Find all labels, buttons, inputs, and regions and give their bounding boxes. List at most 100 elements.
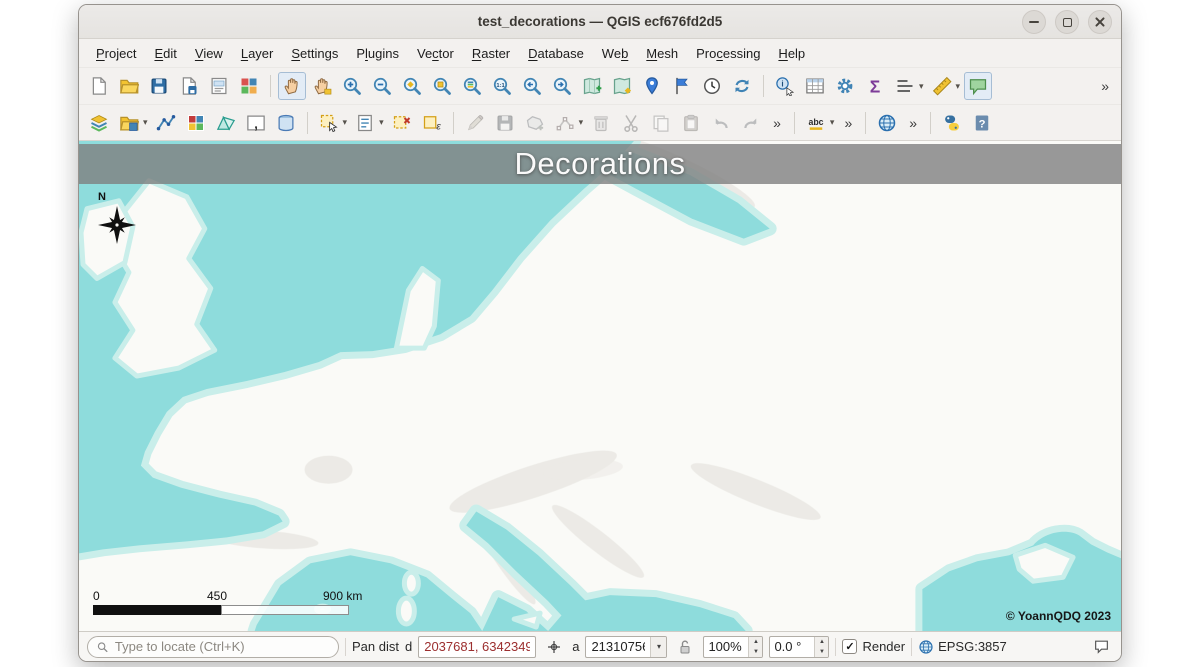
open-project-button[interactable] [115, 72, 143, 100]
pan-to-selection-button[interactable] [308, 72, 336, 100]
menu-raster[interactable]: Raster [463, 42, 519, 65]
zoom-last-button[interactable] [518, 72, 546, 100]
add-database-layer-button[interactable] [272, 109, 300, 137]
labels-button[interactable] [802, 109, 830, 137]
coordinate-input[interactable] [418, 636, 536, 658]
spin-up-icon[interactable]: ▲ [749, 637, 762, 647]
zoom-to-layer-button[interactable] [458, 72, 486, 100]
menu-project[interactable]: Project [87, 42, 145, 65]
toolbar-overflow[interactable]: » [1094, 78, 1116, 94]
save-edits-button[interactable] [491, 109, 519, 137]
zoom-out-button[interactable] [368, 72, 396, 100]
attribute-table-button[interactable] [801, 72, 829, 100]
new-spatial-bookmark-button[interactable] [638, 72, 666, 100]
titlebar[interactable]: test_decorations — QGIS ecf676fd2d5 [79, 5, 1121, 39]
render-checkbox[interactable]: ✓ [842, 639, 857, 654]
scale-input[interactable] [586, 639, 650, 654]
select-by-value-button[interactable] [351, 109, 379, 137]
list-menu-button[interactable] [891, 72, 919, 100]
save-project-as-button[interactable] [175, 72, 203, 100]
render-toggle[interactable]: ✓ Render [842, 639, 905, 654]
coordinate-capture-button[interactable] [542, 635, 566, 659]
zoom-native-button[interactable] [488, 72, 516, 100]
add-feature-button[interactable] [521, 109, 549, 137]
paste-features-button[interactable] [677, 109, 705, 137]
new-print-layout-button[interactable] [205, 72, 233, 100]
help-button[interactable] [968, 109, 996, 137]
style-manager-button[interactable] [235, 72, 263, 100]
add-raster-layer-button[interactable] [182, 109, 210, 137]
chevron-down-icon[interactable]: ▾ [919, 81, 924, 92]
new-project-button[interactable] [85, 72, 113, 100]
menu-vector[interactable]: Vector [408, 42, 463, 65]
data-source-manager-button[interactable] [85, 109, 113, 137]
magnifier-spinbox[interactable]: ▲▼ [703, 636, 763, 658]
identify-features-button[interactable] [771, 72, 799, 100]
rotation-spinbox[interactable]: ▲▼ [769, 636, 829, 658]
magnifier-input[interactable] [704, 639, 748, 654]
refresh-map-button[interactable] [728, 72, 756, 100]
basemap[interactable] [79, 141, 1121, 631]
new-3d-map-view-button[interactable] [608, 72, 636, 100]
toolbar-overflow[interactable]: » [766, 115, 788, 131]
save-project-button[interactable] [145, 72, 173, 100]
menu-help[interactable]: Help [769, 42, 814, 65]
temporal-controller-button[interactable] [698, 72, 726, 100]
menu-database[interactable]: Database [519, 42, 593, 65]
chevron-down-icon[interactable]: ▾ [343, 117, 348, 128]
spin-up-icon[interactable]: ▲ [815, 637, 828, 647]
locator-search[interactable] [87, 636, 339, 658]
statistical-summary-button[interactable] [861, 72, 889, 100]
redo-button[interactable] [737, 109, 765, 137]
toolbar-overflow[interactable]: » [902, 115, 924, 131]
chevron-down-icon[interactable]: ▾ [956, 81, 961, 92]
add-mesh-layer-button[interactable] [212, 109, 240, 137]
python-console-button[interactable] [938, 109, 966, 137]
chevron-down-icon[interactable]: ▾ [579, 117, 584, 128]
menu-layer[interactable]: Layer [232, 42, 283, 65]
maximize-button[interactable] [1055, 10, 1079, 34]
zoom-to-selection-button[interactable] [428, 72, 456, 100]
select-features-button[interactable] [315, 109, 343, 137]
lock-scale-button[interactable] [673, 635, 697, 659]
delete-selected-button[interactable] [587, 109, 615, 137]
map-canvas[interactable]: Decorations N 0 450 900 km © YoannQD [79, 141, 1121, 631]
menu-plugins[interactable]: Plugins [347, 42, 408, 65]
locator-input[interactable] [115, 639, 330, 654]
measure-button[interactable] [928, 72, 956, 100]
menu-processing[interactable]: Processing [687, 42, 769, 65]
toolbar-overflow[interactable]: » [837, 115, 859, 131]
zoom-full-extent-button[interactable] [398, 72, 426, 100]
zoom-next-button[interactable] [548, 72, 576, 100]
add-vector-layer-button[interactable] [152, 109, 180, 137]
copy-features-button[interactable] [647, 109, 675, 137]
new-map-view-button[interactable] [578, 72, 606, 100]
chevron-down-icon[interactable]: ▾ [379, 117, 384, 128]
menu-edit[interactable]: Edit [145, 42, 185, 65]
processing-toolbox-button[interactable] [831, 72, 859, 100]
cut-features-button[interactable] [617, 109, 645, 137]
zoom-in-button[interactable] [338, 72, 366, 100]
deselect-features-button[interactable] [388, 109, 416, 137]
scale-combo[interactable]: ▾ [585, 636, 667, 658]
crs-status[interactable]: EPSG:3857 [918, 639, 1007, 655]
chevron-down-icon[interactable]: ▾ [650, 637, 666, 657]
spin-down-icon[interactable]: ▼ [815, 647, 828, 657]
spin-down-icon[interactable]: ▼ [749, 647, 762, 657]
menu-view[interactable]: View [186, 42, 232, 65]
minimize-button[interactable] [1022, 10, 1046, 34]
toggle-editing-button[interactable] [461, 109, 489, 137]
select-by-expression-button[interactable] [418, 109, 446, 137]
vertex-tool-button[interactable] [551, 109, 579, 137]
pan-map-button[interactable] [278, 72, 306, 100]
map-tips-button[interactable] [964, 72, 992, 100]
chevron-down-icon[interactable]: ▾ [830, 117, 835, 128]
chevron-down-icon[interactable]: ▾ [143, 117, 148, 128]
menu-web[interactable]: Web [593, 42, 638, 65]
add-layer-menu-button[interactable] [115, 109, 143, 137]
add-delimited-text-button[interactable] [242, 109, 270, 137]
close-button[interactable] [1088, 10, 1112, 34]
menu-settings[interactable]: Settings [282, 42, 347, 65]
rotation-input[interactable] [770, 639, 814, 654]
show-bookmarks-button[interactable] [668, 72, 696, 100]
